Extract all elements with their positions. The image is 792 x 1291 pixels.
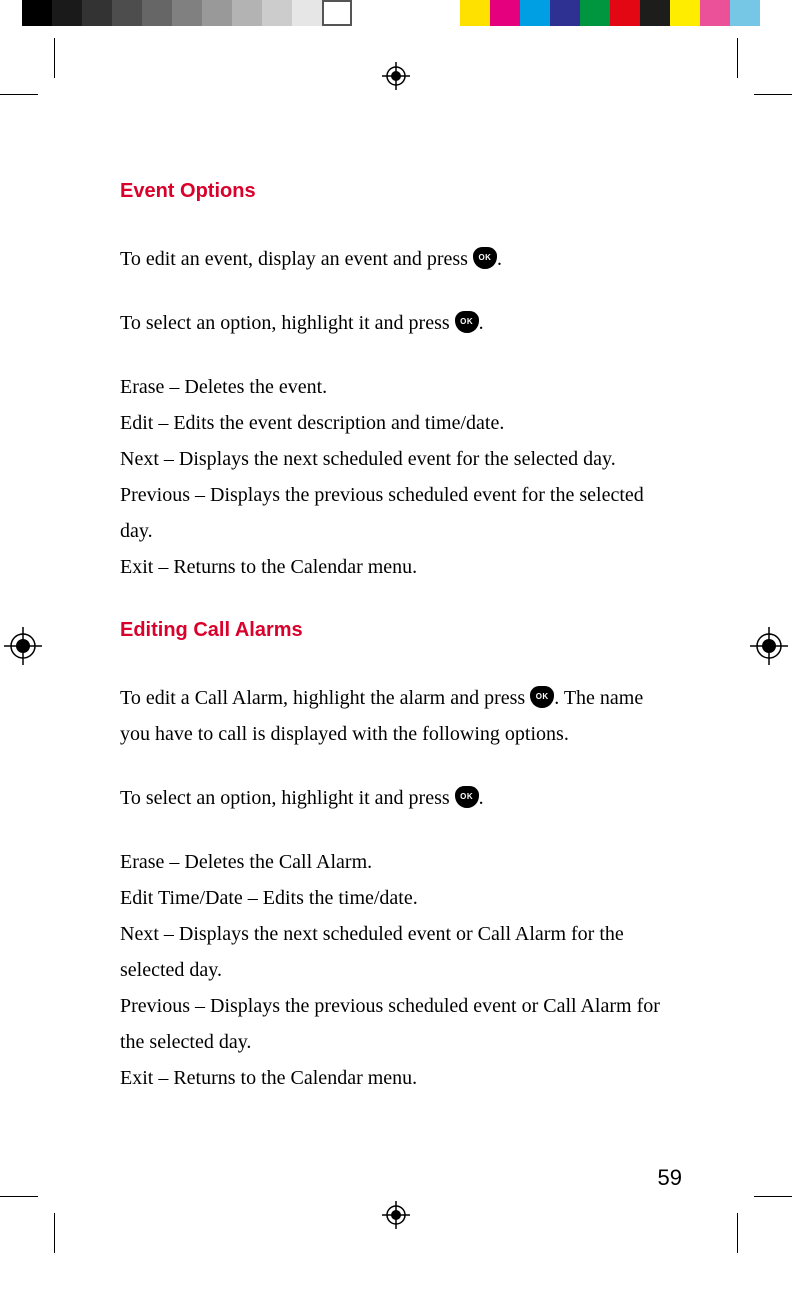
crop-mark-icon	[0, 1196, 38, 1197]
gray-swatch	[52, 0, 82, 26]
list-item: Exit – Returns to the Calendar menu.	[120, 1060, 670, 1096]
gray-swatch	[172, 0, 202, 26]
color-swatch	[490, 0, 520, 26]
text: .	[497, 248, 502, 270]
gray-swatch	[112, 0, 142, 26]
ok-button-icon: OK	[473, 247, 497, 269]
color-swatch	[700, 0, 730, 26]
text: To edit an event, display an event and p…	[120, 248, 473, 270]
color-swatch	[520, 0, 550, 26]
heading-event-options: Event Options	[120, 180, 670, 203]
crop-mark-icon	[754, 1196, 792, 1197]
gray-swatch	[142, 0, 172, 26]
gray-swatch-row	[22, 0, 352, 26]
gray-swatch	[82, 0, 112, 26]
gray-swatch	[262, 0, 292, 26]
text: To select an option, highlight it and pr…	[120, 787, 455, 809]
crop-mark-icon	[54, 1213, 55, 1253]
paragraph: To edit an event, display an event and p…	[120, 241, 670, 277]
text: To select an option, highlight it and pr…	[120, 312, 455, 334]
color-swatch	[640, 0, 670, 26]
color-swatch	[580, 0, 610, 26]
crop-mark-icon	[737, 1213, 738, 1253]
registration-mark-top-icon	[382, 62, 410, 90]
ok-button-icon: OK	[455, 786, 479, 808]
registration-mark-left-icon	[4, 627, 42, 665]
crop-mark-icon	[737, 38, 738, 78]
list-item: Next – Displays the next scheduled event…	[120, 916, 670, 988]
ok-button-icon: OK	[530, 686, 554, 708]
ok-button-icon: OK	[455, 311, 479, 333]
registration-mark-bottom-icon	[382, 1201, 410, 1229]
list-item: Erase – Deletes the event.	[120, 369, 670, 405]
list-item: Edit Time/Date – Edits the time/date.	[120, 880, 670, 916]
color-swatch	[610, 0, 640, 26]
list-item: Previous – Displays the previous schedul…	[120, 477, 670, 549]
gray-swatch	[232, 0, 262, 26]
text: .	[479, 787, 484, 809]
crop-mark-icon	[54, 38, 55, 78]
list-item: Exit – Returns to the Calendar menu.	[120, 549, 670, 585]
text: To edit a Call Alarm, highlight the alar…	[120, 687, 530, 709]
gray-swatch	[22, 0, 52, 26]
gray-swatch	[292, 0, 322, 26]
gray-swatch	[322, 0, 352, 26]
crop-mark-icon	[0, 94, 38, 95]
color-swatch	[730, 0, 760, 26]
list-item: Edit – Edits the event description and t…	[120, 405, 670, 441]
crop-mark-icon	[754, 94, 792, 95]
registration-mark-right-icon	[750, 627, 788, 665]
paragraph: To select an option, highlight it and pr…	[120, 780, 670, 816]
paragraph: To select an option, highlight it and pr…	[120, 305, 670, 341]
list-item: Previous – Displays the previous schedul…	[120, 988, 670, 1060]
list-item: Next – Displays the next scheduled event…	[120, 441, 670, 477]
heading-editing-call-alarms: Editing Call Alarms	[120, 619, 670, 642]
paragraph: To edit a Call Alarm, highlight the alar…	[120, 680, 670, 752]
event-options-list: Erase – Deletes the event. Edit – Edits …	[120, 369, 670, 585]
color-swatch-row	[460, 0, 760, 26]
call-alarm-options-list: Erase – Deletes the Call Alarm. Edit Tim…	[120, 844, 670, 1096]
page-number: 59	[658, 1165, 682, 1191]
color-swatch	[670, 0, 700, 26]
page-content: Event Options To edit an event, display …	[120, 180, 670, 1130]
color-swatch	[550, 0, 580, 26]
page: Event Options To edit an event, display …	[0, 0, 792, 1291]
list-item: Erase – Deletes the Call Alarm.	[120, 844, 670, 880]
color-swatch	[460, 0, 490, 26]
gray-swatch	[202, 0, 232, 26]
text: .	[479, 312, 484, 334]
